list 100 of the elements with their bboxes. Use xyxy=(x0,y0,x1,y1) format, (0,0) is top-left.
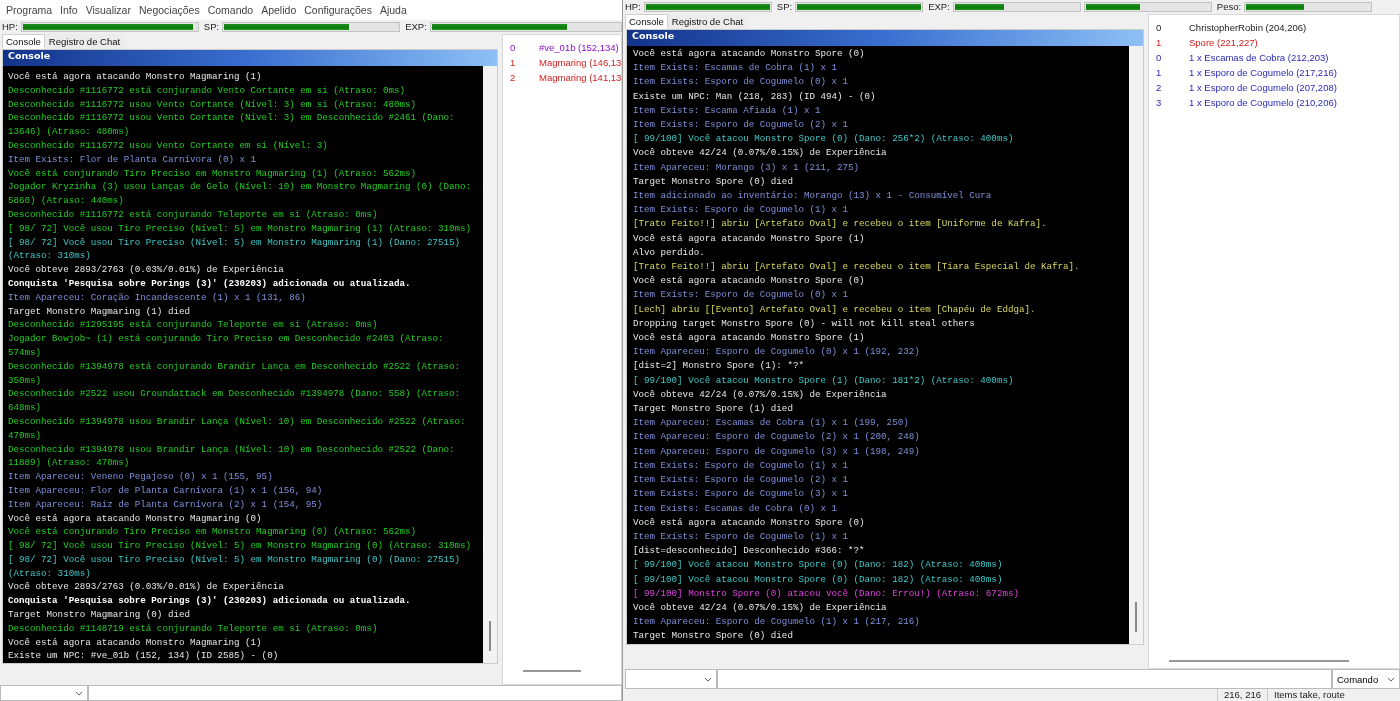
menu-item[interactable]: Visualizar xyxy=(81,4,135,16)
console-line: Desconhecido #1394978 está conjurando Brandir Lança em Desconhecido #2522 (Atraso: 350ms) xyxy=(8,359,462,388)
console-line: Item Exists: Escama Afiada (1) x 1 xyxy=(633,103,822,118)
list-item[interactable]: 0 ChristopherRobin (204,206) xyxy=(1149,20,1399,35)
chevron-down-icon xyxy=(1387,676,1395,682)
console-line: Item Exists: Esporo de Cogumelo (1) x 1 xyxy=(633,529,850,544)
console-line: [ 98/ 72] Você usou Tiro Preciso (Nível: 5) em Monstro Magmaring (0) (Atraso: 310ms) xyxy=(8,539,473,553)
list-item[interactable]: 0 #ve_01b (152,134) xyxy=(503,40,622,55)
console-line: Desconhecido #1116772 usou Vento Cortante (Nível: 3) em si (Atraso: 480ms) xyxy=(8,97,417,112)
list-index: 0 xyxy=(509,41,517,55)
console-line: Desconhecido #2522 usou Groundattack em Desconhecido #1394978 (Dano: 558) (Atraso: 648ms) xyxy=(8,387,462,415)
menu-item[interactable]: Apelido xyxy=(257,4,301,16)
console-line: [ 99/100] Monstro Spore (0) atacou você (Dano: Errou!) (Atraso: 672ms) xyxy=(633,586,1020,601)
console-line: Item Exists: Esporo de Cogumelo (1) x 1 xyxy=(633,203,850,218)
list-item[interactable]: 1 1 x Esporo de Cogumelo (217,216) xyxy=(1149,65,1399,80)
console-line: Você está agora atacando Monstro Magmaring (1) xyxy=(8,635,263,650)
scrollbar[interactable] xyxy=(483,66,497,664)
list-index: 1 xyxy=(1155,36,1163,50)
list-item[interactable]: 3 1 x Esporo de Cogumelo (210,206) xyxy=(1149,95,1399,110)
menu-item[interactable]: Configurações xyxy=(300,4,376,16)
tab[interactable]: Console xyxy=(2,34,45,49)
dropdown[interactable] xyxy=(625,669,717,689)
panel-title: Console xyxy=(627,30,1143,46)
console-line: Item Exists: Esporo de Cogumelo (3) x 1 xyxy=(633,487,850,502)
stat-label: EXP: xyxy=(405,21,427,32)
console-line: Item Apareceu: Flor de Planta Carnívora (1) x 1 (156, 94) xyxy=(8,483,324,498)
console-line: Desconhecido #1116772 usou Vento Cortante em si (Nível: 3) xyxy=(8,139,329,153)
console-line: Você está agora atacando Monstro Spore (0) xyxy=(633,515,866,530)
console-line: Você obteve 42/24 (0.07%/0.15%) de Experiência xyxy=(633,600,888,615)
chevron-down-icon xyxy=(75,690,83,696)
menu-item[interactable]: Ajuda xyxy=(375,4,411,16)
console-line: Target Monstro Magmaring (0) died xyxy=(8,608,191,622)
console-line: Jogador Kryzinha (3) usou Lanças de Gelo (Nível: 10) em Monstro Magmaring (0) (Dano: 5860) (Atraso: 440ms) xyxy=(8,180,473,208)
list-index: 0 xyxy=(1155,51,1163,65)
console-line: [dist=desconhecido] Desconhecido #366: *?* xyxy=(633,544,866,559)
list-text: 1 x Esporo de Cogumelo (210,206) xyxy=(1189,96,1337,110)
console-line: Desconhecido #1116772 está conjurando Vento Cortante em si (Atraso: 0ms) xyxy=(8,83,406,98)
console-line: Item Exists: Esporo de Cogumelo (2) x 1 xyxy=(633,473,850,488)
console-line: Item Apareceu: Esporo de Cogumelo (2) x 1 (200, 248) xyxy=(633,430,921,445)
list-text: #ve_01b (152,134) xyxy=(539,41,619,55)
list-text: 1 x Esporo de Cogumelo (217,216) xyxy=(1189,66,1337,80)
stat-label: EXP: xyxy=(928,1,950,12)
tab[interactable]: Registro de Chat xyxy=(44,34,125,49)
console-line: [ 98/ 72] Você usou Tiro Preciso (Nível: 5) em Monstro Magmaring (1) (Atraso: 310ms) xyxy=(8,221,473,236)
stat-label: HP: xyxy=(2,21,18,32)
console-line: Target Monstro Spore (1) died xyxy=(633,402,794,417)
console-line: [ 99/100] Você atacou Monstro Spore (0) (Dano: 182) (Atraso: 400ms) xyxy=(633,558,1004,573)
scrollbar[interactable] xyxy=(1169,660,1349,662)
console-line: Item Apareceu: Morango (3) x 1 (211, 275) xyxy=(633,160,861,175)
console-line: Existe um NPC: #ve_01b (152, 134) (ID 2585) - (0) xyxy=(8,649,280,664)
menu-item[interactable]: Programa xyxy=(2,4,57,16)
console-line: Item Exists: Escamas de Cobra (1) x 1 xyxy=(633,61,838,76)
console-line: Conquista 'Pesquisa sobre Porings (3)' (230203) adicionada ou atualizada. xyxy=(8,276,412,291)
console-line: [Lech] abriu [[Evento] Artefato Oval] e recebeu o item [Chapéu de Eddga]. xyxy=(633,302,1037,317)
list-text: 1 x Escamas de Cobra (212,203) xyxy=(1189,51,1329,65)
console-line: Você está agora atacando Monstro Spore (0) xyxy=(633,274,866,289)
console-line: Você obteve 42/24 (0.07%/0.15%) de Experiência xyxy=(633,146,888,161)
console-line: Alvo perdido. xyxy=(633,245,706,260)
menu-item[interactable]: Negociações xyxy=(134,4,204,16)
console-line: Item Exists: Esporo de Cogumelo (2) x 1 xyxy=(633,118,850,132)
console-line: Target Monstro Spore (0) died xyxy=(633,629,794,644)
console-line: Item Exists: Escamas de Cobra (0) x 1 xyxy=(633,501,838,516)
tab[interactable]: Console xyxy=(625,14,668,29)
console-line: Target Monstro Spore (0) died xyxy=(633,174,794,189)
list-index: 2 xyxy=(509,71,517,85)
chevron-down-icon xyxy=(704,676,712,682)
tab[interactable]: Registro de Chat xyxy=(667,14,748,29)
menu-item[interactable]: Comando xyxy=(203,4,258,16)
dropdown[interactable] xyxy=(0,685,88,701)
console-line: Você está agora atacando Monstro Spore (1) xyxy=(633,231,866,246)
list-item[interactable]: 2 Magmaring (141,13 xyxy=(503,70,622,85)
list-item[interactable]: 1 Spore (221,227) xyxy=(1149,35,1399,50)
console-line: Item Apareceu: Escamas de Cobra (1) x 1 (199, 250) xyxy=(633,416,910,431)
input-field[interactable] xyxy=(88,685,622,701)
menu-item[interactable]: Info xyxy=(56,4,82,16)
console-line: Item Apareceu: Raiz de Planta Carnívora (2) x 1 (154, 95) xyxy=(8,497,324,512)
console-line: Você está agora atacando Monstro Spore (0) xyxy=(633,47,866,61)
console-line: Item Exists: Flor de Planta Carnívora (0) x 1 xyxy=(8,152,258,167)
console-line: Item adicionado ao inventário: Morango (13) x 1 - Consumível Cura xyxy=(633,189,993,204)
list-item[interactable]: 2 1 x Esporo de Cogumelo (207,208) xyxy=(1149,80,1399,95)
list-item[interactable]: 0 1 x Escamas de Cobra (212,203) xyxy=(1149,50,1399,65)
list-index: 0 xyxy=(1155,21,1163,35)
stat-label: SP: xyxy=(203,21,220,32)
mode-dropdown[interactable]: Comando xyxy=(1332,669,1400,689)
console-line: Item Exists: Esporo de Cogumelo (0) x 1 xyxy=(633,75,850,90)
console-line: Existe um NPC: Man (218, 283) (ID 494) - (0) xyxy=(633,89,877,104)
scrollbar[interactable] xyxy=(1129,46,1143,644)
panel-title: Console xyxy=(3,50,497,66)
list-index: 2 xyxy=(1155,81,1163,95)
console-line: Você está agora atacando Monstro Magmaring (0) xyxy=(8,511,263,526)
console-line: Você obteve 42/24 (0.07%/0.15%) de Experiência xyxy=(633,387,888,402)
scrollbar[interactable] xyxy=(523,670,582,672)
input-field[interactable] xyxy=(717,669,1332,689)
list-text: Magmaring (141,13 xyxy=(539,71,622,85)
console-line: Item Exists: Esporo de Cogumelo (1) x 1 xyxy=(633,458,850,473)
console-line: [ 99/100] Você atacou Monstro Spore (0) (Dano: 256*2) (Atraso: 400ms) xyxy=(633,132,1015,147)
list-index: 1 xyxy=(509,56,517,70)
list-item[interactable]: 1 Magmaring (146,13 xyxy=(503,55,622,70)
list-text: ChristopherRobin (204,206) xyxy=(1189,21,1307,35)
console-line: [ 98/ 72] Você usou Tiro Preciso (Nível: 5) em Monstro Magmaring (0) (Dano: 27515) (Atraso: 310ms) xyxy=(8,552,462,581)
